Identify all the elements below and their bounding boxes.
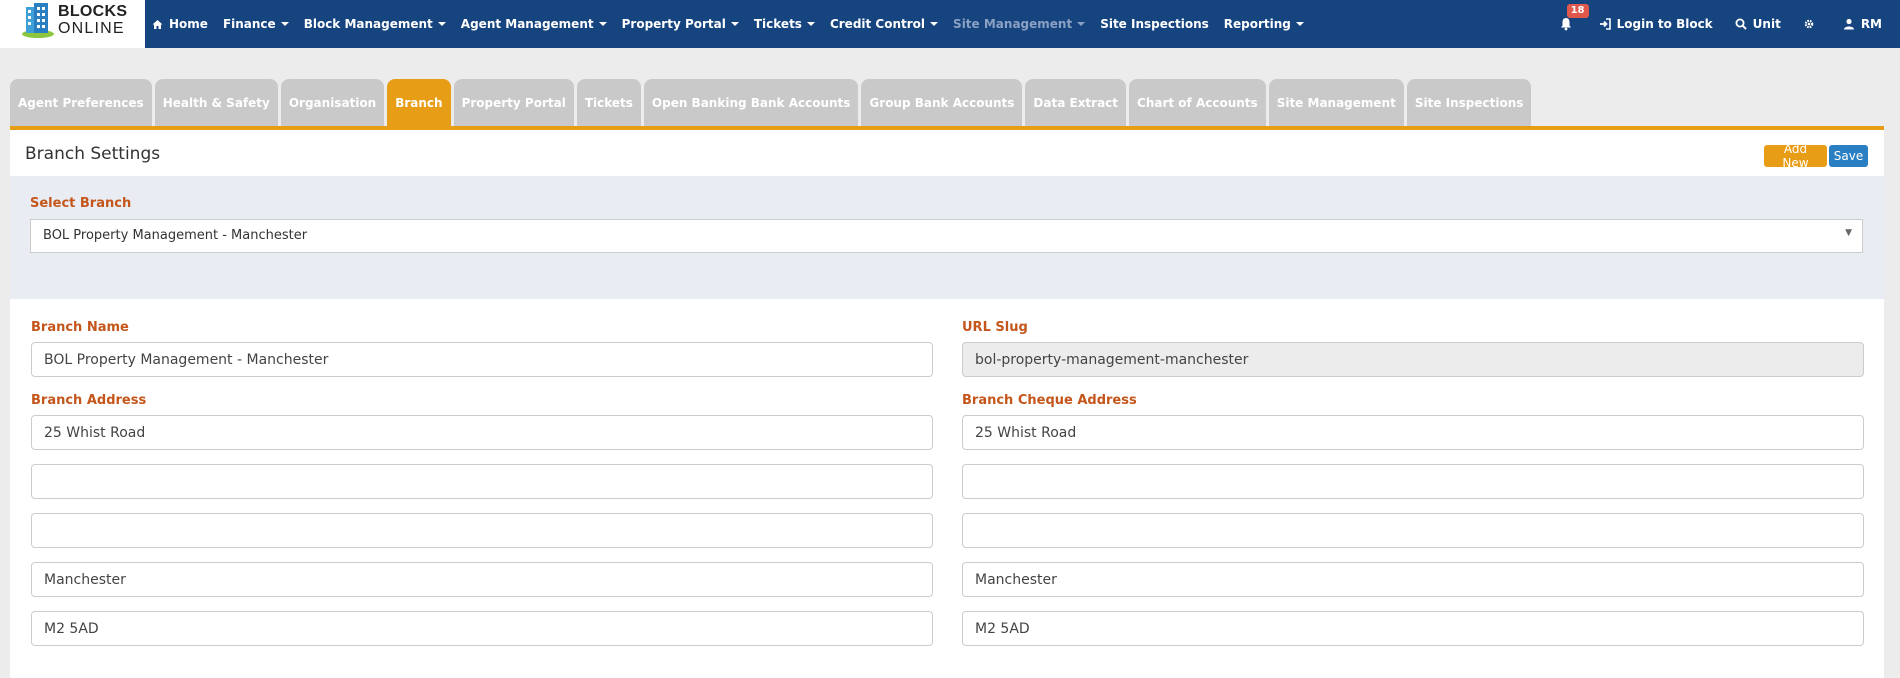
tab-property-portal[interactable]: Property Portal xyxy=(453,79,574,126)
nav-site-management[interactable]: Site Management xyxy=(953,17,1086,31)
caret-down-icon xyxy=(598,22,607,26)
select-branch-label: Select Branch xyxy=(30,196,132,211)
branch-address-city-value: Manchester xyxy=(44,571,126,588)
caret-down-icon xyxy=(806,22,815,26)
branch-address-postcode[interactable]: M2 5AD xyxy=(31,611,933,646)
caret-down-icon xyxy=(730,22,739,26)
branch-address-postcode-value: M2 5AD xyxy=(44,620,99,637)
panel-header: Branch Settings Add New Save xyxy=(10,130,1884,176)
cheque-address-line-1[interactable]: 25 Whist Road xyxy=(962,415,1864,450)
login-to-block-label: Login to Block xyxy=(1616,17,1713,31)
caret-down-icon: ▼ xyxy=(1845,228,1852,238)
nav-credit-control[interactable]: Credit Control xyxy=(829,17,939,31)
caret-down-icon xyxy=(1295,22,1304,26)
home-icon xyxy=(152,19,163,29)
nav-block-management[interactable]: Block Management xyxy=(304,17,446,31)
tab-health-and-safety[interactable]: Health & Safety xyxy=(154,79,278,126)
nav-label: Tickets xyxy=(753,17,802,31)
tab-site-management[interactable]: Site Management xyxy=(1268,79,1404,126)
top-navbar: BLOCKS ONLINE Home Finance Block Managemen… xyxy=(0,0,1900,48)
add-new-button[interactable]: Add New xyxy=(1764,142,1827,170)
url-slug-label: URL Slug xyxy=(962,320,1028,335)
branch-select-panel: Select Branch BOL Property Management - … xyxy=(10,176,1884,299)
save-button[interactable]: Save xyxy=(1829,145,1868,167)
tab-organisation[interactable]: Organisation xyxy=(280,79,385,126)
nav-home[interactable]: Home xyxy=(152,17,208,31)
cheque-address-line-2[interactable] xyxy=(962,464,1864,499)
nav-agent-management[interactable]: Agent Management xyxy=(461,17,607,31)
nav-label: Property Portal xyxy=(621,17,726,31)
nav-label: Reporting xyxy=(1223,17,1291,31)
nav-site-inspections[interactable]: Site Inspections xyxy=(1100,17,1209,31)
bell-icon: 18 xyxy=(1559,4,1589,33)
caret-down-icon xyxy=(930,22,939,26)
brand-logo[interactable]: BLOCKS ONLINE xyxy=(0,0,145,48)
nav-label: Credit Control xyxy=(829,17,926,31)
tab-group-bank-accounts[interactable]: Group Bank Accounts xyxy=(861,79,1023,126)
branch-address-label: Branch Address xyxy=(31,393,147,408)
cheque-address-postcode[interactable]: M2 5AD xyxy=(962,611,1864,646)
nav-label: Block Management xyxy=(303,17,433,31)
right-nav: 18 Login to Block Unit RM xyxy=(1537,0,1882,48)
tab-branch[interactable]: Branch xyxy=(387,79,451,126)
nav-finance[interactable]: Finance xyxy=(223,17,289,31)
blocks-logo-icon xyxy=(22,3,54,38)
user-initials: RM xyxy=(1860,17,1882,31)
branch-address-line-3[interactable] xyxy=(31,513,933,548)
nav-label: Home xyxy=(169,17,208,31)
caret-down-icon xyxy=(437,22,446,26)
cheque-address-postcode-value: M2 5AD xyxy=(975,620,1030,637)
caret-down-icon xyxy=(1077,22,1086,26)
branch-name-input[interactable]: BOL Property Management - Manchester xyxy=(31,342,933,377)
nav-reporting[interactable]: Reporting xyxy=(1224,17,1304,31)
branch-name-label: Branch Name xyxy=(31,320,129,335)
main-nav: Home Finance Block Management Agent Managem… xyxy=(152,0,1319,48)
cheque-address-city-value: Manchester xyxy=(975,571,1057,588)
tab-chart-of-accounts[interactable]: Chart of Accounts xyxy=(1129,79,1266,126)
unit-search-link[interactable]: Unit xyxy=(1735,17,1781,31)
unit-label: Unit xyxy=(1752,17,1781,31)
cheque-address-city[interactable]: Manchester xyxy=(962,562,1864,597)
nav-label: Site Inspections xyxy=(1100,17,1209,31)
branch-address-city[interactable]: Manchester xyxy=(31,562,933,597)
url-slug-value: bol-property-management-manchester xyxy=(975,351,1249,368)
nav-label: Finance xyxy=(222,17,276,31)
user-icon xyxy=(1843,18,1854,30)
tab-site-inspections[interactable]: Site Inspections xyxy=(1406,79,1532,126)
nav-label: Agent Management xyxy=(460,17,594,31)
cheque-address-label: Branch Cheque Address xyxy=(962,393,1137,408)
search-icon xyxy=(1735,18,1747,30)
tab-data-extract[interactable]: Data Extract xyxy=(1025,79,1127,126)
gear-icon xyxy=(1804,19,1814,29)
brand-line-1: BLOCKS xyxy=(58,3,128,20)
branch-select[interactable]: BOL Property Management - Manchester ▼ xyxy=(30,219,1863,253)
login-to-block-link[interactable]: Login to Block xyxy=(1599,17,1713,31)
cheque-address-line-1-value: 25 Whist Road xyxy=(975,424,1077,441)
user-menu[interactable]: RM xyxy=(1843,17,1882,31)
notification-badge: 18 xyxy=(1566,4,1589,18)
brand-line-2: ONLINE xyxy=(58,20,125,37)
branch-form: Branch Name BOL Property Management - Ma… xyxy=(10,299,1884,678)
branch-address-line-1[interactable]: 25 Whist Road xyxy=(31,415,933,450)
url-slug-input[interactable]: bol-property-management-manchester xyxy=(962,342,1864,377)
settings-button[interactable] xyxy=(1803,18,1821,30)
tab-agent-preferences[interactable]: Agent Preferences xyxy=(10,79,152,126)
nav-tickets[interactable]: Tickets xyxy=(754,17,815,31)
branch-address-line-2[interactable] xyxy=(31,464,933,499)
tab-open-banking-bank-accounts[interactable]: Open Banking Bank Accounts xyxy=(643,79,859,126)
settings-tabs: Agent Preferences Health & Safety Organisa… xyxy=(10,79,1534,126)
cheque-address-line-3[interactable] xyxy=(962,513,1864,548)
branch-select-value: BOL Property Management - Manchester xyxy=(43,228,308,243)
tab-tickets[interactable]: Tickets xyxy=(576,79,641,126)
sign-in-icon xyxy=(1599,18,1611,30)
page-title: Branch Settings xyxy=(25,144,161,164)
nav-property-portal[interactable]: Property Portal xyxy=(622,17,739,31)
notifications-button[interactable]: 18 xyxy=(1559,4,1589,33)
nav-label: Site Management xyxy=(953,17,1073,31)
branch-name-value: BOL Property Management - Manchester xyxy=(44,351,329,368)
branch-address-line-1-value: 25 Whist Road xyxy=(44,424,146,441)
caret-down-icon xyxy=(280,22,289,26)
